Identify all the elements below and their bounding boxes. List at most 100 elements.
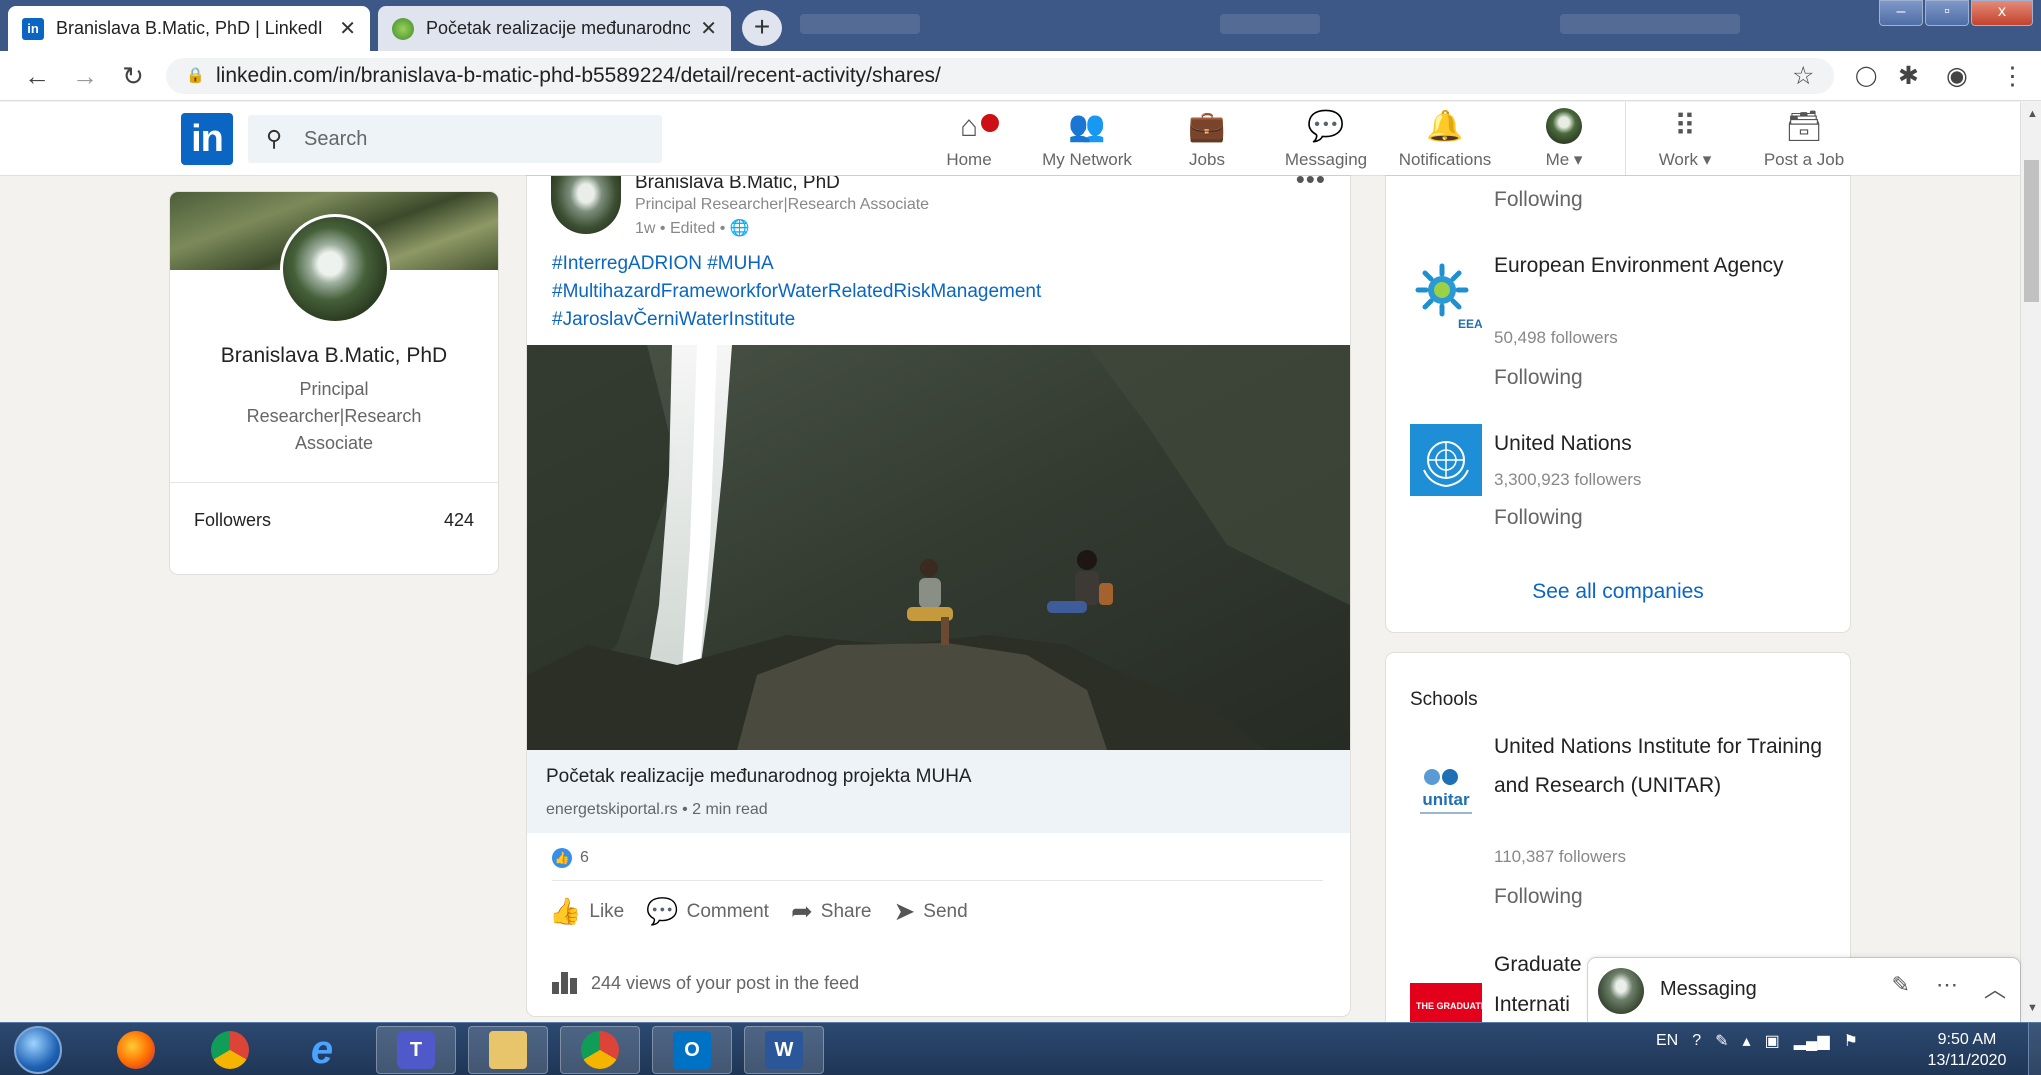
article-title[interactable]: Početak realizacije međunarodnog projekt… [546, 766, 972, 788]
new-tab-button[interactable]: + [742, 10, 782, 46]
scroll-down-arrow-icon[interactable]: ▼ [2027, 1002, 2038, 1014]
language-indicator[interactable]: EN [1656, 1032, 1678, 1050]
flag-icon[interactable]: ⚑ [1844, 1031, 1858, 1051]
tab-title: Branislava B.Matic, PhD | LinkedI [56, 18, 323, 38]
menu-kebab-icon[interactable]: ⋮ [2000, 61, 2025, 91]
share-button[interactable]: ➦ Share [791, 896, 872, 927]
nav-my-network[interactable]: 👥 My Network [1034, 108, 1140, 170]
close-window-button[interactable]: x [1971, 0, 2033, 26]
nav-notifications[interactable]: 🔔 Notifications [1392, 108, 1498, 170]
schools-heading: Schools [1410, 689, 1478, 710]
post-views[interactable]: 244 views of your post in the feed [552, 972, 859, 994]
extension-circle-icon[interactable]: ◯ [1855, 61, 1877, 91]
tab-linkedin[interactable]: in Branislava B.Matic, PhD | LinkedI ✕ [8, 6, 370, 51]
scrollbar-thumb[interactable] [2024, 160, 2039, 302]
pen-icon[interactable]: ✎ [1715, 1031, 1728, 1051]
compose-icon[interactable]: ✎ [1892, 972, 1910, 1004]
outlook-taskbar-button[interactable]: O [652, 1026, 732, 1074]
chevron-up-icon[interactable]: ︿ [1984, 972, 2006, 1004]
eea-logo-text: EEA [1458, 317, 1482, 331]
start-button[interactable] [14, 1026, 62, 1074]
followers-label[interactable]: Followers [194, 510, 271, 531]
extensions-puzzle-icon[interactable]: ✱ [1898, 61, 1919, 91]
show-hidden-icons-icon[interactable]: ▴ [1743, 1031, 1751, 1051]
followers-count[interactable]: 424 [444, 510, 474, 531]
following-status[interactable]: Following [1494, 188, 1583, 212]
teams-taskbar-button[interactable]: T [376, 1026, 456, 1074]
minimize-button[interactable]: – [1879, 0, 1923, 26]
tab-article[interactable]: Početak realizacije međunarodnc ✕ [378, 6, 731, 51]
nav-messaging[interactable]: 💬 Messaging [1280, 108, 1372, 170]
nav-post-a-job[interactable]: 🗃 Post a Job [1756, 108, 1852, 170]
post-more-menu-icon[interactable]: ••• [1296, 176, 1326, 195]
word-taskbar-button[interactable]: W [744, 1026, 824, 1074]
article-link-preview[interactable]: Početak realizacije međunarodnog projekt… [527, 750, 1350, 833]
unitar-logo[interactable]: unitar [1410, 761, 1482, 833]
hashtag-link[interactable]: #InterregADRION #MUHA [552, 250, 1041, 278]
blurred-bookmark [1220, 14, 1320, 34]
url-text: linkedin.com/in/branislava-b-matic-phd-b… [216, 64, 941, 87]
chrome-open-taskbar-button[interactable] [560, 1026, 640, 1074]
following-status[interactable]: Following [1494, 366, 1583, 390]
network-icon: 👥 [1068, 110, 1106, 143]
signal-bars-icon[interactable]: ▂▄▆ [1794, 1031, 1830, 1051]
like-reaction-icon: 👍 [552, 848, 572, 868]
eea-logo[interactable]: EEA [1410, 260, 1483, 332]
address-bar[interactable]: 🔒 linkedin.com/in/branislava-b-matic-phd… [166, 58, 1834, 94]
blurred-bookmark [800, 14, 920, 34]
page-scrollbar[interactable]: ▲ ▼ [2020, 102, 2041, 1022]
help-icon[interactable]: ? [1692, 1032, 1701, 1050]
linkedin-logo[interactable]: in [181, 113, 233, 165]
globe-icon: 🌐 [729, 220, 750, 237]
like-button[interactable]: 👍 Like [549, 896, 624, 927]
comment-icon: 💬 [646, 896, 679, 926]
school-name[interactable]: United Nations Institute for Training an… [1494, 727, 1824, 805]
article-image[interactable] [527, 345, 1350, 750]
back-arrow-icon[interactable]: ← [22, 62, 52, 90]
more-options-icon[interactable]: ⋯ [1936, 972, 1958, 1004]
nav-home[interactable]: ⌂ Home [934, 108, 1004, 170]
taskbar-clock[interactable]: 9:50 AM 13/11/2020 [1912, 1029, 2022, 1071]
hashtag-link[interactable]: #JaroslavČerniWaterInstitute [552, 306, 1041, 334]
bookmark-star-icon[interactable]: ☆ [1792, 61, 1814, 91]
profile-icon[interactable]: ◉ [1946, 61, 1968, 91]
maximize-button[interactable]: ▫ [1925, 0, 1969, 26]
company-name[interactable]: United Nations [1494, 424, 1824, 463]
chrome-taskbar-button[interactable] [190, 1026, 270, 1074]
nav-jobs[interactable]: 💼 Jobs [1176, 108, 1238, 170]
avatar[interactable] [280, 214, 390, 324]
messaging-overlay[interactable]: Messaging ✎ ⋯ ︿ [1588, 958, 2020, 1022]
comment-button[interactable]: 💬 Comment [646, 896, 769, 927]
waterfall-photo [527, 345, 1350, 750]
ie-taskbar-button[interactable]: e [282, 1026, 362, 1074]
notification-badge [978, 111, 1002, 135]
see-all-companies-link[interactable]: See all companies [1386, 580, 1850, 604]
firefox-taskbar-button[interactable] [96, 1026, 176, 1074]
explorer-taskbar-button[interactable] [468, 1026, 548, 1074]
following-status[interactable]: Following [1494, 885, 1583, 909]
nav-me[interactable]: Me ▾ [1530, 108, 1598, 170]
search-input[interactable]: ⚲ Search [248, 115, 662, 163]
following-status[interactable]: Following [1494, 506, 1583, 530]
profile-name[interactable]: Branislava B.Matic, PhD [170, 344, 498, 368]
company-followers: 50,498 followers [1494, 328, 1618, 347]
reactions-count[interactable]: 👍 6 [552, 848, 589, 868]
author-avatar[interactable] [551, 176, 621, 234]
profile-headline: Principal Researcher|Research Associate [246, 379, 422, 453]
reload-icon[interactable]: ↻ [118, 62, 148, 90]
scroll-up-arrow-icon[interactable]: ▲ [2027, 108, 2038, 120]
hashtag-link[interactable]: #MultihazardFrameworkforWaterRelatedRisk… [552, 278, 1041, 306]
send-button[interactable]: ➤ Send [893, 896, 967, 927]
united-nations-logo[interactable] [1410, 424, 1482, 496]
tab-close-icon[interactable]: ✕ [339, 16, 356, 41]
tab-close-icon[interactable]: ✕ [700, 16, 717, 41]
post-author-name[interactable]: Branislava B.Matic, PhD [635, 176, 840, 194]
network-adapter-icon[interactable]: ▣ [1765, 1031, 1780, 1051]
grid-icon: ⠿ [1674, 110, 1696, 143]
company-name[interactable]: European Environment Agency [1494, 246, 1824, 285]
show-desktop-button[interactable] [2028, 1023, 2041, 1075]
forward-arrow-icon[interactable]: → [70, 62, 100, 90]
nav-work[interactable]: ⠿ Work ▾ [1646, 108, 1724, 170]
graduate-institute-logo[interactable]: THE GRADUATE INSTITUTE [1410, 983, 1536, 1023]
search-icon: ⚲ [266, 126, 283, 151]
